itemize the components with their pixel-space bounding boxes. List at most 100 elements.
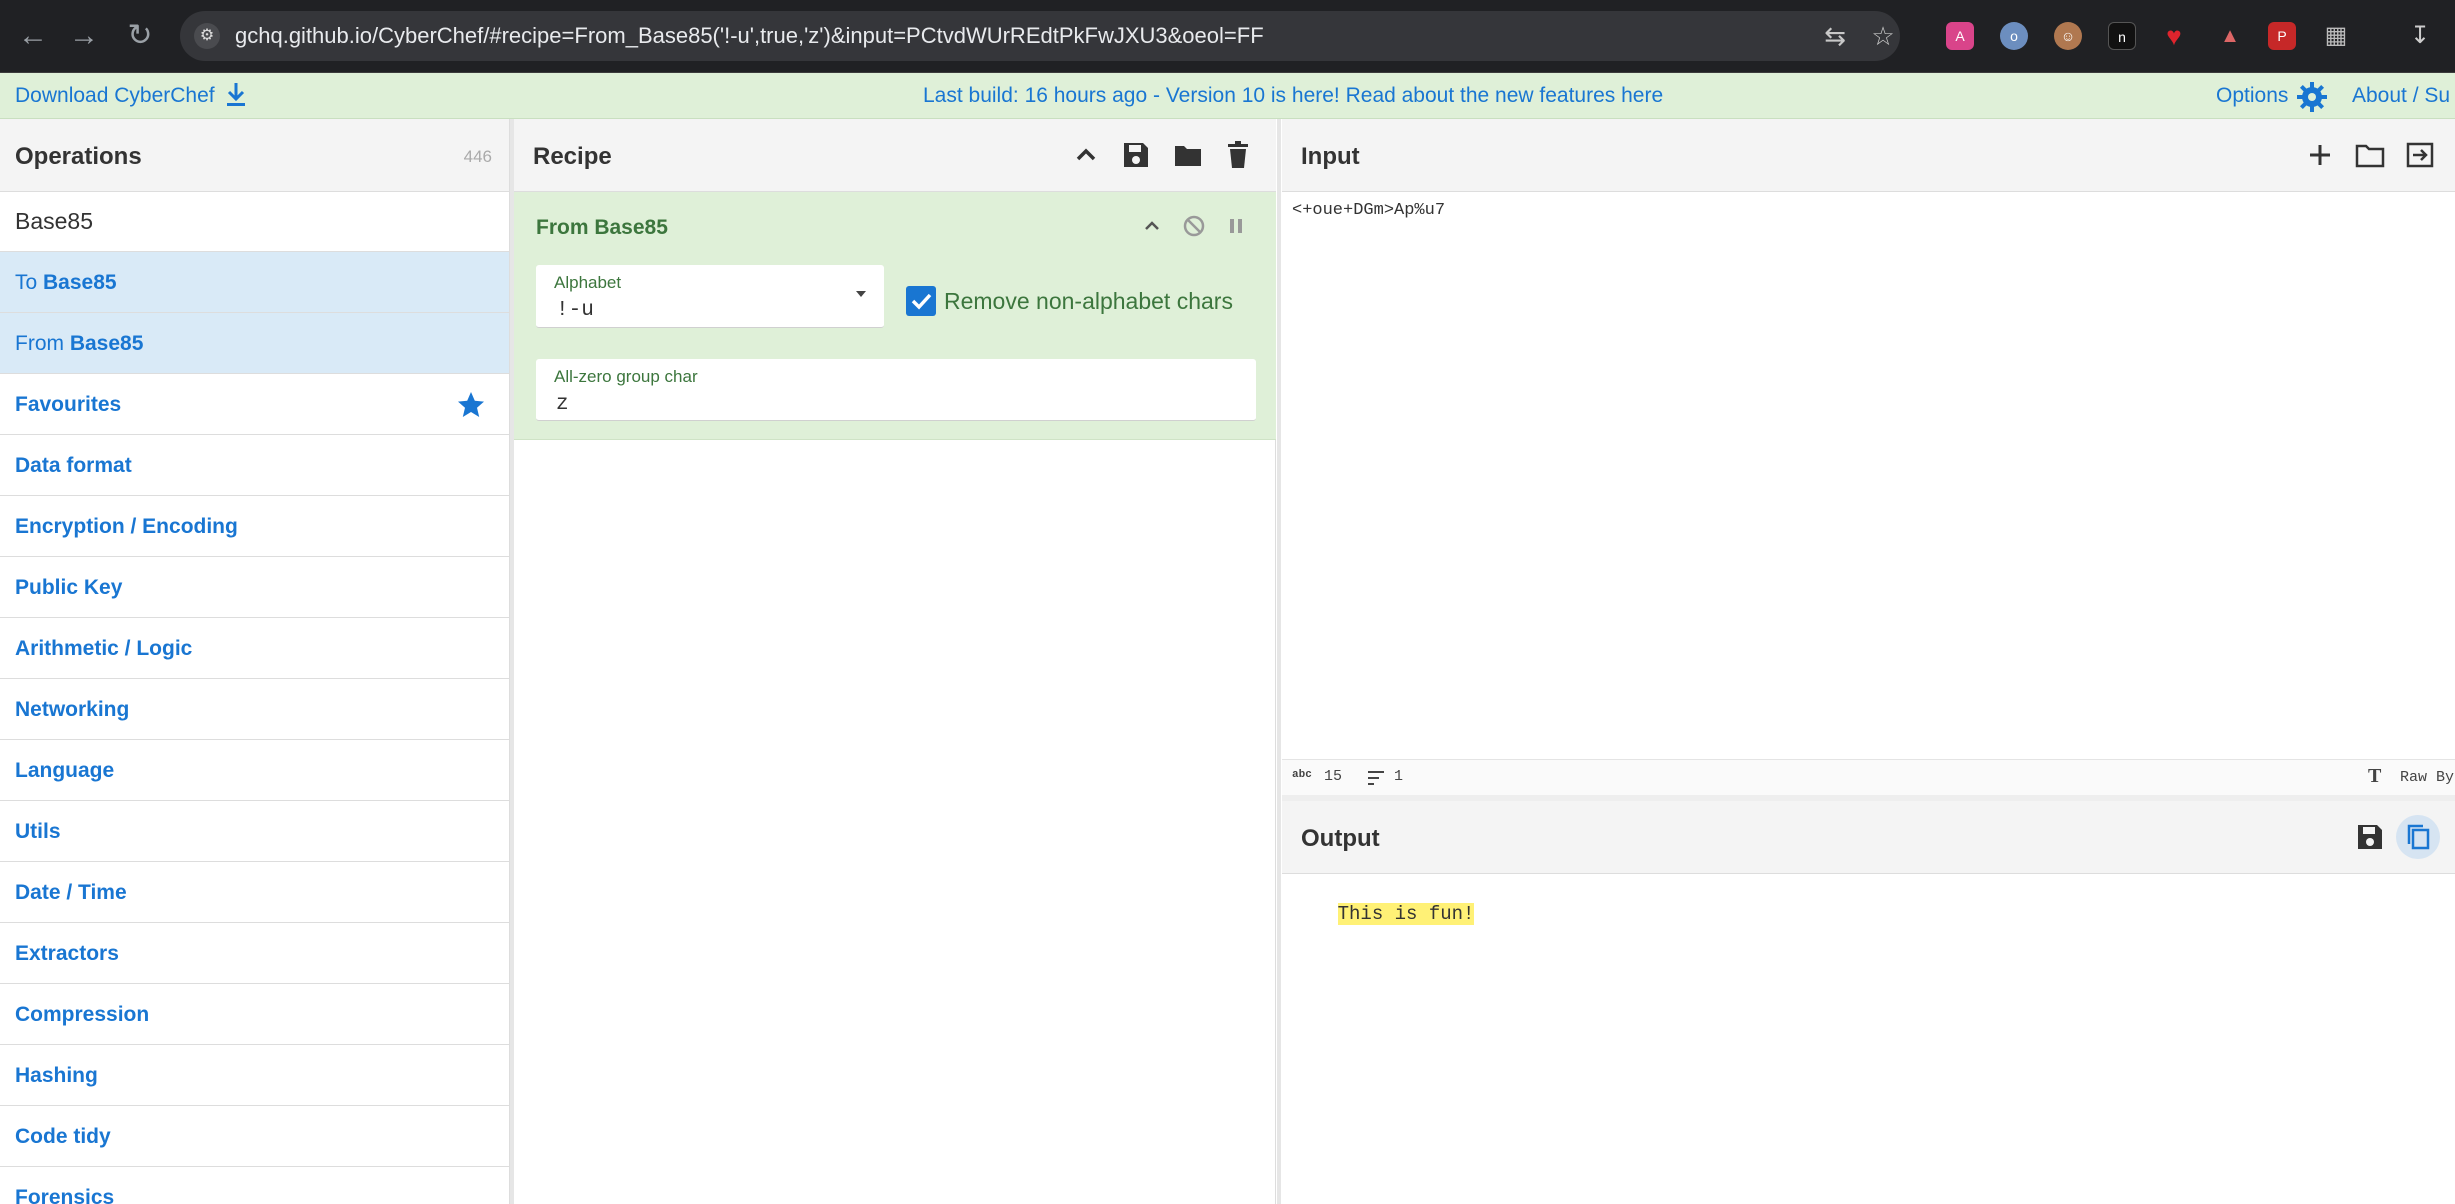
input-textarea[interactable]: <+oue+DGm>Ap%u7 bbox=[1292, 201, 1445, 220]
url-text[interactable]: gchq.github.io/CyberChef/#recipe=From_Ba… bbox=[235, 23, 1264, 49]
search-result-item[interactable]: To Base85 bbox=[0, 252, 509, 313]
category-label: Extractors bbox=[15, 942, 119, 965]
extension-dark-icon[interactable]: n bbox=[2108, 22, 2136, 50]
output-header: Output bbox=[1282, 801, 2455, 874]
input-title: Input bbox=[1301, 143, 1360, 170]
category-networking[interactable]: Networking bbox=[0, 679, 509, 740]
raw-bytes-toggle[interactable]: Raw By bbox=[2400, 769, 2454, 786]
build-notice-link[interactable]: Last build: 16 hours ago - Version 10 is… bbox=[923, 84, 1663, 108]
category-label: Favourites bbox=[15, 393, 122, 416]
category-label: Data format bbox=[15, 454, 132, 477]
search-result-item[interactable]: From Base85 bbox=[0, 313, 509, 374]
operations-count: 446 bbox=[463, 147, 492, 166]
extension-hat-icon[interactable]: ▲ bbox=[2216, 22, 2244, 50]
collapse-operation-icon[interactable] bbox=[1140, 214, 1164, 238]
recipe-io-divider[interactable] bbox=[1277, 119, 1281, 1204]
search-result-match: Base85 bbox=[43, 271, 117, 294]
alphabet-label: Alphabet bbox=[554, 273, 622, 292]
category-label: Utils bbox=[15, 820, 61, 843]
category-date-time[interactable]: Date / Time bbox=[0, 862, 509, 923]
category-favourites[interactable]: Favourites bbox=[0, 374, 509, 435]
input-status-bar: abc 15 1 T Raw By bbox=[1282, 759, 2455, 795]
input-header: Input bbox=[1282, 119, 2455, 192]
font-size-icon[interactable]: T bbox=[2368, 765, 2381, 788]
category-arithmetic-logic[interactable]: Arithmetic / Logic bbox=[0, 618, 509, 679]
download-cyberchef-link[interactable]: Download CyberChef bbox=[15, 84, 215, 108]
char-count: 15 bbox=[1324, 768, 1343, 785]
remove-non-alphabet-checkbox[interactable] bbox=[906, 286, 936, 316]
add-input-tab-icon[interactable] bbox=[2304, 139, 2336, 171]
back-icon[interactable]: ← bbox=[17, 20, 49, 52]
extension-pdf-icon[interactable]: P bbox=[2268, 22, 2296, 50]
category-hashing[interactable]: Hashing bbox=[0, 1045, 509, 1106]
category-label: Code tidy bbox=[15, 1125, 111, 1148]
forward-icon[interactable]: → bbox=[68, 20, 100, 52]
recipe-panel: Recipe From Base85 Alphabet !-u Remove n… bbox=[514, 119, 1276, 1204]
output-text: This is fun! bbox=[1337, 903, 1475, 925]
collapse-all-icon[interactable] bbox=[1070, 139, 1102, 171]
save-output-icon[interactable] bbox=[2354, 821, 2386, 853]
category-code-tidy[interactable]: Code tidy bbox=[0, 1106, 509, 1167]
operation-name: From Base85 bbox=[536, 216, 668, 239]
operations-panel: Operations 446 To Base85From Base85Favou… bbox=[0, 119, 510, 1204]
translate-icon[interactable]: ⇆ bbox=[1820, 21, 1850, 51]
copy-icon bbox=[2407, 824, 2430, 850]
copy-output-button[interactable] bbox=[2396, 815, 2440, 859]
category-public-key[interactable]: Public Key bbox=[0, 557, 509, 618]
category-forensics[interactable]: Forensics bbox=[0, 1167, 509, 1204]
allzero-group-char-field[interactable]: All-zero group char z bbox=[536, 359, 1256, 421]
output-text-area[interactable]: This is fun! bbox=[1292, 881, 1475, 947]
allzero-value[interactable]: z bbox=[556, 393, 569, 416]
category-label: Networking bbox=[15, 698, 130, 721]
category-extractors[interactable]: Extractors bbox=[0, 923, 509, 984]
remove-non-alphabet-label[interactable]: Remove non-alphabet chars bbox=[944, 288, 1233, 315]
open-folder-icon[interactable] bbox=[2354, 139, 2386, 171]
category-label: Public Key bbox=[15, 576, 123, 599]
download-icon[interactable] bbox=[224, 81, 248, 109]
output-title: Output bbox=[1301, 825, 1380, 852]
save-recipe-icon[interactable] bbox=[1120, 139, 1152, 171]
clear-recipe-trash-icon[interactable] bbox=[1222, 139, 1254, 171]
category-utils[interactable]: Utils bbox=[0, 801, 509, 862]
address-bar[interactable]: ⚙ gchq.github.io/CyberChef/#recipe=From_… bbox=[180, 11, 1900, 61]
io-panel: Input <+oue+DGm>Ap%u7 abc 15 1 T Raw By … bbox=[1282, 119, 2455, 1204]
checkmark-icon bbox=[911, 293, 932, 310]
category-encryption-encoding[interactable]: Encryption / Encoding bbox=[0, 496, 509, 557]
extension-owl-icon[interactable]: o bbox=[2000, 22, 2028, 50]
recipe-header: Recipe bbox=[514, 119, 1276, 192]
operations-search-input[interactable] bbox=[0, 192, 509, 252]
download-tray-icon[interactable]: ↧ bbox=[2406, 22, 2434, 50]
alphabet-value: !-u bbox=[556, 299, 594, 322]
star-icon bbox=[458, 392, 484, 417]
open-file-icon[interactable] bbox=[2404, 139, 2436, 171]
site-info-icon[interactable]: ⚙ bbox=[194, 23, 220, 49]
extension-heart-icon[interactable]: ♥ bbox=[2160, 22, 2188, 50]
recipe-operation-from-base85[interactable]: From Base85 Alphabet !-u Remove non-alph… bbox=[514, 192, 1276, 440]
category-label: Forensics bbox=[15, 1186, 115, 1204]
category-language[interactable]: Language bbox=[0, 740, 509, 801]
extension-translate-icon[interactable]: A bbox=[1946, 22, 1974, 50]
extensions-puzzle-icon[interactable]: ▦ bbox=[2322, 22, 2350, 50]
category-label: Encryption / Encoding bbox=[15, 515, 238, 538]
browser-toolbar: ← → ↻ ⚙ gchq.github.io/CyberChef/#recipe… bbox=[0, 0, 2455, 73]
char-count-icon: abc bbox=[1292, 769, 1312, 781]
line-count-icon bbox=[1368, 771, 1384, 785]
extension-face-icon[interactable]: ☺ bbox=[2054, 22, 2082, 50]
about-support-link[interactable]: About / Su bbox=[2352, 84, 2450, 108]
search-result-prefix: To bbox=[15, 271, 44, 294]
allzero-label: All-zero group char bbox=[554, 367, 698, 386]
breakpoint-pause-icon[interactable] bbox=[1224, 214, 1248, 238]
operations-title: Operations bbox=[15, 143, 142, 170]
disable-operation-icon[interactable] bbox=[1182, 214, 1206, 238]
bookmark-star-icon[interactable]: ☆ bbox=[1868, 21, 1898, 51]
gear-icon[interactable] bbox=[2296, 81, 2328, 113]
category-compression[interactable]: Compression bbox=[0, 984, 509, 1045]
alphabet-select[interactable]: Alphabet !-u bbox=[536, 265, 884, 328]
recipe-title: Recipe bbox=[533, 143, 612, 170]
category-data-format[interactable]: Data format bbox=[0, 435, 509, 496]
load-recipe-folder-icon[interactable] bbox=[1172, 139, 1204, 171]
reload-icon[interactable]: ↻ bbox=[124, 20, 156, 52]
options-link[interactable]: Options bbox=[2216, 84, 2288, 108]
category-label: Arithmetic / Logic bbox=[15, 637, 193, 660]
chevron-down-icon[interactable] bbox=[854, 289, 868, 299]
